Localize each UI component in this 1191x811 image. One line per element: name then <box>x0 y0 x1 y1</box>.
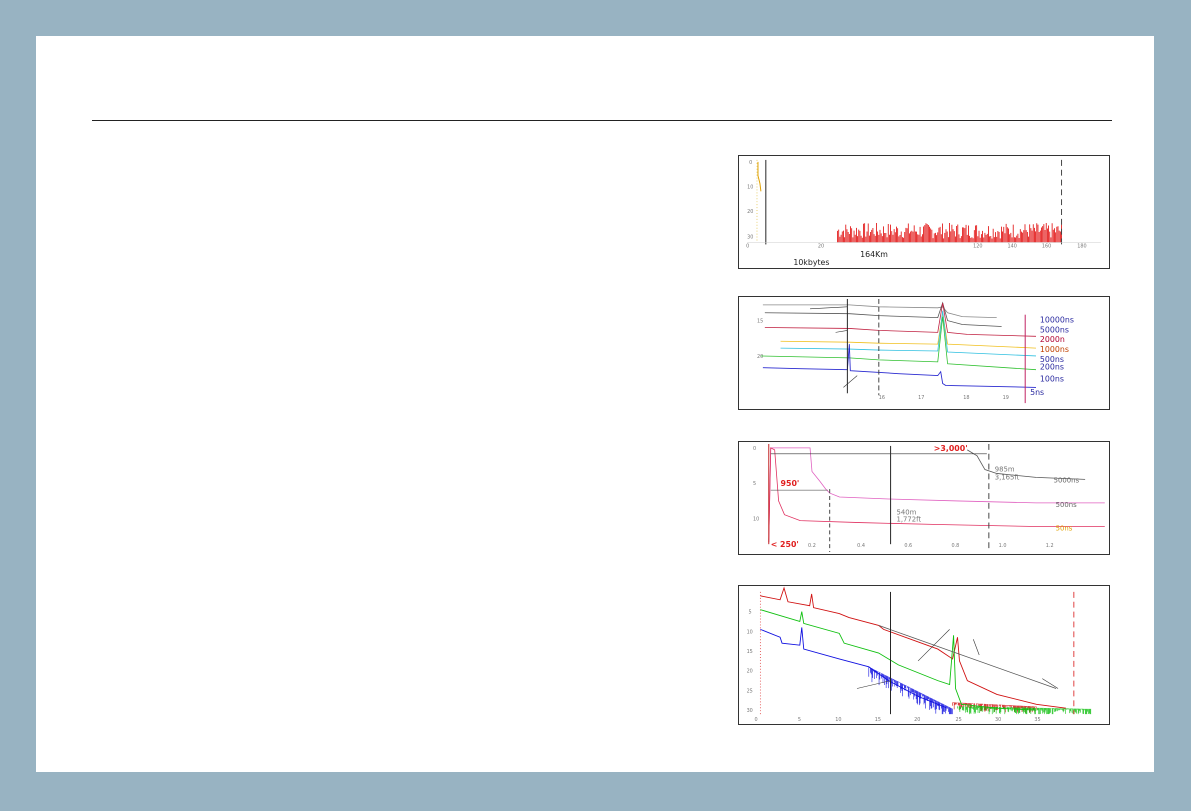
annotation-arrow <box>810 306 848 310</box>
x-tick: 0.2 <box>808 543 816 549</box>
otdr-trace-panel-2: 15 20 10000ns 5000ns 2000n 1000ns 500ns … <box>738 296 1110 410</box>
annotation-arrow <box>1042 678 1059 689</box>
annotation-arrow <box>843 375 858 388</box>
y-tick: 15 <box>747 649 753 655</box>
annotation-arrow <box>856 680 891 689</box>
pulse-label: 200ns <box>1040 363 1064 372</box>
pulse-label: 100ns <box>1040 374 1064 383</box>
trace-5000ns <box>764 301 1002 327</box>
y-tick: 20 <box>747 669 753 675</box>
y-tick: 25 <box>747 688 753 694</box>
x-tick: 1.2 <box>1046 543 1054 549</box>
pulse-label: 5000ns <box>1040 325 1069 334</box>
y-tick: 0 <box>749 160 752 166</box>
y-tick: 10 <box>747 184 753 190</box>
x-tick: 20 <box>914 717 920 723</box>
x-tick: 0 <box>746 243 749 249</box>
pulse-label: 50ns <box>1056 524 1073 532</box>
trace-50ns <box>768 447 1105 543</box>
annotation-arrow <box>835 330 848 333</box>
otdr-trace-4-plot: 5 10 15 20 25 30 0 5 10 15 20 25 30 35 <box>747 586 1092 723</box>
otdr-trace-2-plot: 15 20 10000ns 5000ns 2000n 1000ns 500ns … <box>757 298 1074 404</box>
x-tick: 10 <box>835 717 841 723</box>
x-tick: 0.6 <box>904 543 912 549</box>
measure-label: 3,165ft <box>995 473 1020 481</box>
x-tick: 18 <box>963 395 969 401</box>
noise-floor <box>837 223 1062 243</box>
x-tick: 20 <box>818 243 824 249</box>
otdr-trace-panel-1: 0 10 20 30 0 20 120 140 160 180 164Km 10… <box>738 155 1110 269</box>
y-tick: 20 <box>747 209 753 215</box>
x-tick: 17 <box>918 395 924 401</box>
distance-label-250: < 250' <box>771 540 799 549</box>
y-tick: 10 <box>753 517 759 523</box>
y-tick: 0 <box>753 446 756 452</box>
pulse-label: 5ns <box>1030 388 1044 397</box>
noise-bars <box>837 223 1062 243</box>
x-tick: 140 <box>1008 243 1017 249</box>
x-tick: 120 <box>973 243 982 249</box>
x-tick: 19 <box>1003 395 1009 401</box>
pulse-label: 10000ns <box>1040 316 1074 325</box>
pulse-label: 500ns <box>1056 501 1077 509</box>
annotation-arrow <box>917 629 950 662</box>
noise-blue <box>868 666 953 715</box>
y-tick: 5 <box>753 481 756 487</box>
x-tick: 16 <box>879 395 885 401</box>
y-tick: 20 <box>757 354 763 360</box>
otdr-trace-panel-4: 5 10 15 20 25 30 0 5 10 15 20 25 30 35 <box>738 585 1110 725</box>
y-tick: 15 <box>757 319 763 325</box>
x-tick: 0.4 <box>857 543 865 549</box>
distance-label: 164Km <box>860 250 888 259</box>
x-tick: 1.0 <box>999 543 1007 549</box>
size-label: 10kbytes <box>793 258 829 267</box>
distance-label-950: 950' <box>781 479 800 488</box>
otdr-trace-3-plot: 0 5 10 >3,000' 950' < 250' 985m 3,165ft … <box>753 444 1105 553</box>
annotation-arrow <box>973 639 980 656</box>
trace-2000ns <box>764 302 1037 337</box>
x-tick: 5 <box>798 717 801 723</box>
pulse-label: 5000ns <box>1054 476 1080 484</box>
distance-label-3000: >3,000' <box>934 444 968 453</box>
trace-500ns <box>780 310 1037 357</box>
y-tick: 5 <box>749 610 752 616</box>
trace-green <box>760 609 1037 711</box>
x-tick: 160 <box>1042 243 1051 249</box>
trace-blue <box>760 627 948 709</box>
x-tick: 30 <box>995 717 1001 723</box>
y-tick: 30 <box>747 708 753 714</box>
x-tick: 180 <box>1077 243 1086 249</box>
y-tick: 10 <box>747 629 753 635</box>
x-tick: 15 <box>875 717 881 723</box>
slide: 0 10 20 30 0 20 120 140 160 180 164Km 10… <box>36 36 1154 772</box>
trace-1000ns <box>780 312 1037 349</box>
slope-line <box>878 625 1057 689</box>
otdr-trace-1-plot: 0 10 20 30 0 20 120 140 160 180 164Km 10… <box>746 160 1101 267</box>
trace-500ns <box>768 447 1105 543</box>
title-rule <box>92 120 1112 121</box>
measure-label: 985m <box>995 465 1015 473</box>
y-tick: 30 <box>747 235 753 241</box>
launch-trace <box>757 161 762 192</box>
pulse-label: 1000ns <box>1040 345 1069 354</box>
x-tick: 0 <box>754 717 757 723</box>
x-tick: 0.8 <box>952 543 960 549</box>
pulse-label: 2000n <box>1040 335 1065 344</box>
measure-label: 1,772ft <box>896 516 921 524</box>
x-tick: 25 <box>956 717 962 723</box>
otdr-trace-panel-3: 0 5 10 >3,000' 950' < 250' 985m 3,165ft … <box>738 441 1110 555</box>
trace-5000ns <box>967 449 1086 480</box>
x-tick: 35 <box>1034 717 1040 723</box>
